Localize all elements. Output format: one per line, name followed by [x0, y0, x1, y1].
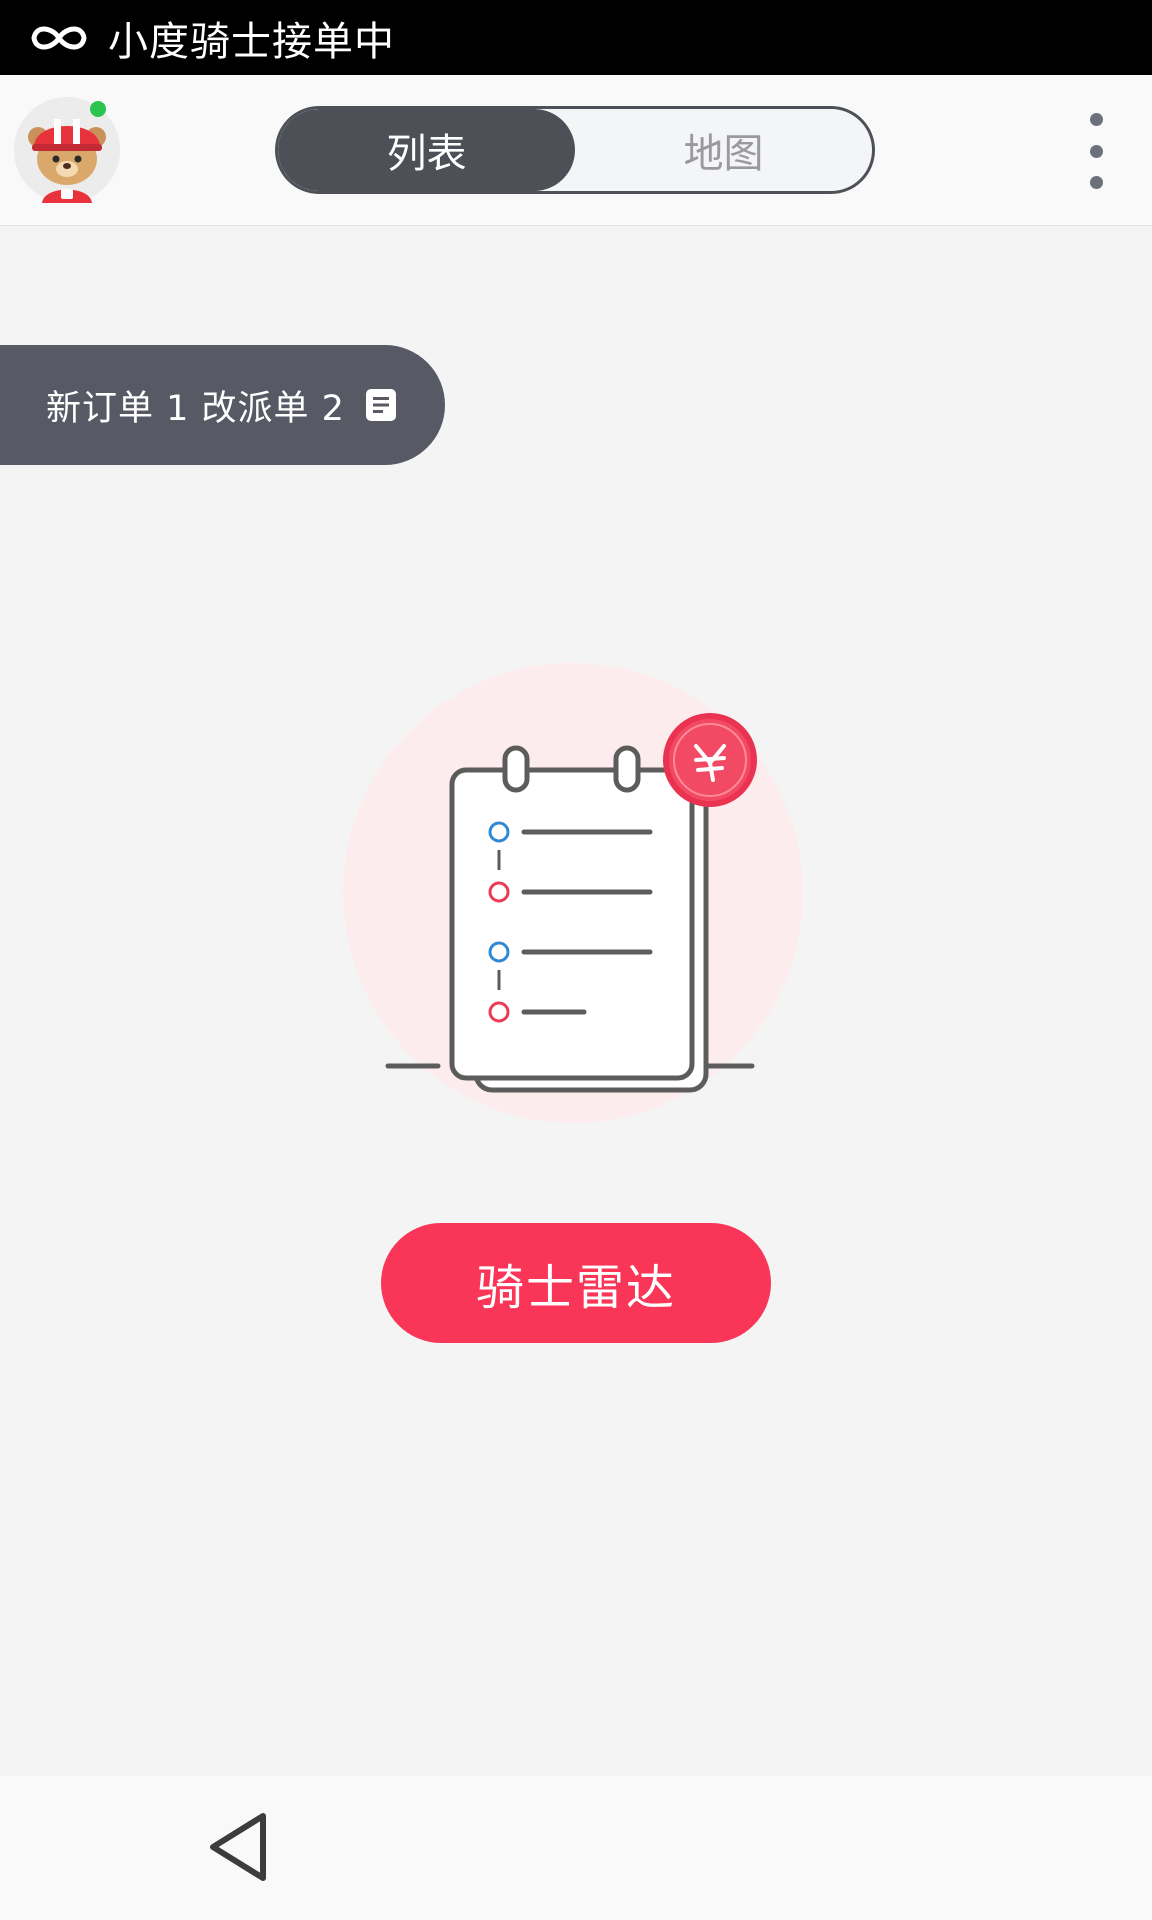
status-bar: 小度骑士接单中 — [0, 0, 1152, 75]
infinity-icon — [31, 26, 87, 49]
tab-list[interactable]: 列表 — [278, 109, 575, 191]
order-counts-text: 新订单 1 改派单 2 — [46, 388, 345, 429]
order-list-yuan-icon — [343, 663, 803, 1123]
rider-radar-button[interactable]: 骑士雷达 — [381, 1223, 771, 1343]
more-dot — [1089, 176, 1103, 189]
tab-map[interactable]: 地图 — [575, 109, 872, 191]
more-dot — [1089, 113, 1103, 126]
navigation-bar — [0, 1776, 1152, 1920]
online-indicator — [90, 101, 106, 117]
status-text: 小度骑士接单中 — [108, 18, 395, 65]
document-icon — [365, 389, 396, 421]
order-notification-pill[interactable]: 新订单 1 改派单 2 — [0, 345, 445, 465]
more-vertical-icon[interactable] — [1076, 109, 1116, 193]
app-bar: 列表 地图 — [0, 75, 1152, 226]
back-triangle-icon[interactable] — [205, 1810, 271, 1884]
view-toggle: 列表 地图 — [275, 106, 875, 194]
more-dot — [1089, 144, 1103, 158]
